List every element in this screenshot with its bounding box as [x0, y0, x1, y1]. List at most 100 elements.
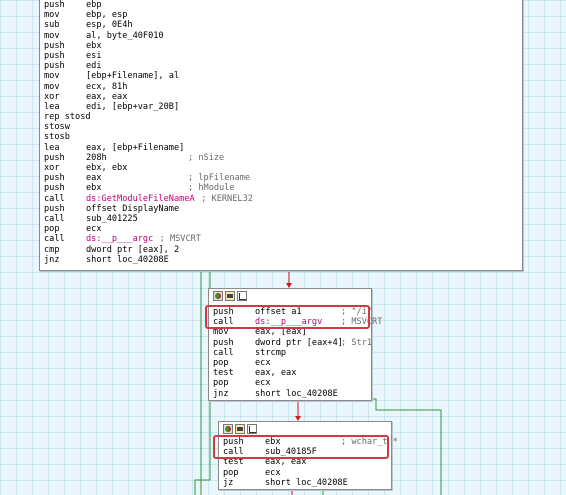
asm-comment: ; MSVCRT — [159, 234, 201, 245]
code-block-entry[interactable]: push ebp mov ebp, esp sub esp, 0E4h mov al, byt… — [39, 0, 523, 271]
asm-operand: ebx — [86, 183, 102, 194]
asm-mnemonic: call — [44, 213, 65, 224]
asm-operand: 208h — [86, 152, 107, 163]
highlight-argv-box — [205, 305, 370, 329]
asm-operand: al, byte_40F010 — [86, 30, 164, 41]
asm-mnemonic: xor — [44, 163, 60, 173]
asm-operand: edi — [86, 61, 102, 72]
asm-operand: dword ptr [eax+4] — [255, 337, 343, 348]
asm-line[interactable]: pop ecx — [213, 358, 481, 368]
asm-mnemonic: push — [44, 203, 65, 214]
asm-operand: [ebp+Filename], al — [86, 71, 180, 82]
asm-mnemonic: pop — [213, 378, 229, 389]
asm-mnemonic: sub — [44, 20, 60, 31]
asm-operand: strcmp — [255, 347, 287, 358]
group-icon[interactable] — [235, 424, 245, 434]
asm-operand: eax, eax — [86, 91, 128, 102]
asm-line[interactable]: push ebp — [44, 0, 328, 10]
asm-line[interactable]: jnz short loc_40208E — [213, 389, 481, 399]
asm-mnemonic: mov — [44, 30, 60, 41]
block2-header — [213, 291, 247, 302]
asm-operand: ebp — [86, 0, 102, 10]
asm-line[interactable]: call ds:GetModuleFileNameA ; KERNEL32 — [44, 194, 328, 204]
code-block-wchar-check[interactable]: push ebx; wchar_t * call sub_40185F test eax,… — [213, 421, 398, 490]
asm-comment: ; nSize — [188, 152, 225, 163]
asm-line[interactable]: push esi — [44, 51, 328, 61]
asm-mnemonic: mov — [44, 10, 60, 21]
asm-mnemonic: stosb — [44, 132, 70, 143]
asm-operand: eax — [86, 173, 102, 184]
asm-mnemonic: push — [44, 40, 65, 51]
asm-line[interactable]: rep stosd — [44, 112, 328, 122]
asm-mnemonic: push — [44, 152, 65, 163]
asm-operand: short loc_40208E — [265, 477, 348, 488]
asm-mnemonic: push — [44, 183, 65, 194]
asm-comment: ; Str1 — [341, 337, 373, 348]
group-icon[interactable] — [225, 291, 235, 301]
asm-line[interactable]: push ebx — [44, 41, 328, 51]
asm-line[interactable]: pop ecx — [223, 468, 481, 478]
highlight-sub-box — [213, 435, 389, 459]
asm-operand: offset DisplayName — [86, 203, 180, 214]
asm-line[interactable]: push offset DisplayName — [44, 204, 328, 214]
asm-line[interactable]: pop ecx — [44, 224, 328, 234]
asm-mnemonic: mov — [44, 81, 60, 92]
asm-mnemonic: pop — [44, 224, 60, 235]
asm-operand: sub_401225 — [86, 213, 138, 224]
asm-mnemonic: push — [44, 50, 65, 61]
asm-line[interactable]: call strcmp — [213, 348, 481, 358]
asm-operand: ebp, esp — [86, 10, 128, 21]
color-icon[interactable] — [223, 424, 233, 434]
asm-line[interactable]: push edi — [44, 61, 328, 71]
asm-mnemonic: push — [44, 61, 65, 72]
code-block-argv-check[interactable]: push offset a1; "/i" call ds:__p___argv; MS… — [205, 288, 382, 401]
asm-line[interactable]: call sub_401225 — [44, 214, 328, 224]
asm-line[interactable]: xor eax, eax — [44, 92, 328, 102]
asm-mnemonic: push — [44, 0, 65, 10]
asm-line[interactable]: push eax ; lpFilename — [44, 173, 328, 183]
graph-icon[interactable] — [237, 291, 247, 301]
asm-line[interactable]: call ds:__p___argc ; MSVCRT — [44, 234, 328, 244]
asm-line[interactable]: mov ecx, 81h — [44, 82, 328, 92]
asm-operand: ecx — [265, 467, 281, 478]
asm-operand: ecx — [255, 378, 271, 389]
asm-line[interactable]: pop ecx — [213, 378, 481, 388]
asm-line[interactable]: xor ebx, ebx — [44, 163, 328, 173]
asm-operand: esp, 0E4h — [86, 20, 133, 31]
asm-line[interactable]: push dword ptr [eax+4]; Str1 — [213, 338, 481, 348]
asm-line[interactable]: cmp dword ptr [eax], 2 — [44, 245, 328, 255]
asm-operand: ebx — [86, 40, 102, 51]
asm-mnemonic: call — [213, 347, 234, 358]
asm-line[interactable]: sub esp, 0E4h — [44, 20, 328, 30]
asm-line[interactable]: mov ebp, esp — [44, 10, 328, 20]
asm-mnemonic: stosw — [44, 122, 70, 133]
asm-mnemonic: lea — [44, 101, 60, 112]
color-icon[interactable] — [213, 291, 223, 301]
asm-line[interactable]: stosb — [44, 132, 328, 142]
asm-line[interactable]: stosw — [44, 122, 328, 132]
asm-line[interactable]: lea edi, [ebp+var_20B] — [44, 102, 328, 112]
asm-mnemonic: push — [44, 173, 65, 184]
asm-operand: ds:GetModuleFileNameA — [86, 193, 195, 204]
asm-operand: esi — [86, 50, 102, 61]
asm-operand: ecx, 81h — [86, 81, 128, 92]
asm-mnemonic: test — [213, 368, 234, 379]
asm-line[interactable]: mov [ebp+Filename], al — [44, 71, 328, 81]
asm-operand: edi, [ebp+var_20B] — [86, 101, 180, 112]
asm-line[interactable]: lea eax, [ebp+Filename] — [44, 143, 328, 153]
asm-line[interactable]: jnz short loc_40208E — [44, 255, 328, 265]
asm-comment: ; hModule — [188, 183, 235, 194]
asm-operand: dword ptr [eax], 2 — [86, 244, 180, 255]
graph-icon[interactable] — [247, 424, 257, 434]
asm-mnemonic: jnz — [213, 388, 229, 399]
asm-mnemonic: call — [44, 193, 65, 204]
asm-line[interactable]: jz short loc_40208E — [223, 478, 481, 488]
asm-mnemonic: xor — [44, 91, 60, 102]
asm-line[interactable]: test eax, eax — [213, 368, 481, 378]
asm-operand: ds:__p___argc — [86, 234, 154, 245]
asm-line[interactable]: push 208h ; nSize — [44, 153, 328, 163]
asm-line[interactable]: push ebx ; hModule — [44, 183, 328, 193]
block3-header — [223, 424, 257, 435]
asm-mnemonic: call — [44, 234, 65, 245]
asm-line[interactable]: mov al, byte_40F010 — [44, 31, 328, 41]
